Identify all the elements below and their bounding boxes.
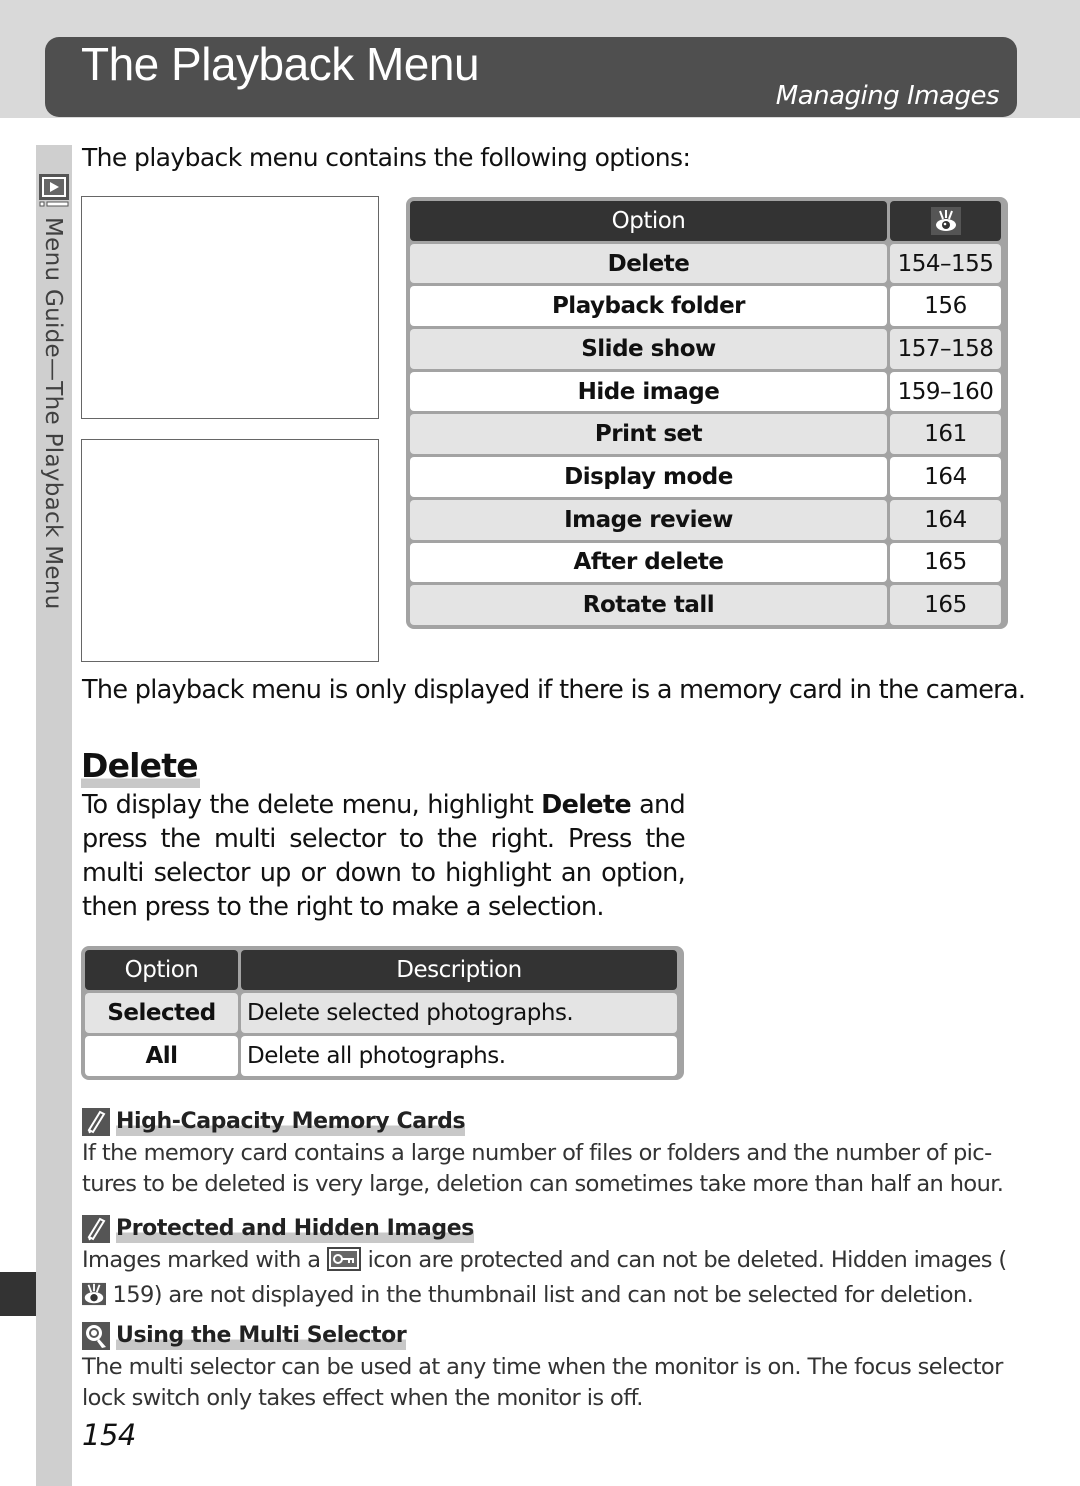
option-name: Slide show [410, 329, 887, 369]
option-name: Hide image [410, 371, 887, 412]
option-pages: 165 [890, 585, 1001, 625]
note-multi-selector: Using the Multi Selector The multi selec… [82, 1322, 1012, 1414]
screen-image-2 [81, 439, 379, 662]
pencil-icon [82, 1215, 110, 1243]
table-row: Image review 164 [410, 499, 1004, 540]
table-row: Display mode 164 [410, 457, 1004, 497]
note-text: The multi selector can be used at any ti… [82, 1354, 1003, 1411]
playback-options-table: Option Delete 154–155 Playback folder 15… [406, 197, 1008, 629]
page-number: 154 [82, 1418, 136, 1452]
option-pages: 164 [890, 457, 1001, 497]
option-pages: 165 [890, 542, 1001, 583]
note-text-part: Images marked with a [82, 1247, 328, 1273]
table-row: Print set 161 [410, 414, 1004, 455]
protect-key-icon [327, 1247, 362, 1280]
option-pages: 164 [890, 499, 1001, 540]
option-name: Image review [410, 499, 887, 540]
header-option: Option [85, 950, 238, 990]
table-row: Slide show 157–158 [410, 329, 1004, 369]
eye-icon [82, 1282, 106, 1315]
table-row: Playback folder 156 [410, 286, 1004, 327]
note-high-capacity: High-Capacity Memory Cards If the memory… [82, 1108, 1012, 1200]
table-row: Hide image 159–160 [410, 371, 1004, 412]
table-header-row: Option [410, 201, 1004, 241]
header-band-edge [1030, 36, 1080, 118]
note-text-part: 159) are not displayed in the thumbnail … [106, 1282, 974, 1308]
option-pages: 156 [890, 286, 1001, 327]
option-name: Delete [410, 243, 887, 284]
note-title: Protected and Hidden Images [116, 1215, 474, 1243]
tip-magnifier-icon [82, 1322, 110, 1350]
option-pages: 157–158 [890, 329, 1001, 369]
option-name: Selected [85, 993, 238, 1033]
intro-text: The playback menu contains the following… [82, 143, 691, 172]
header-option: Option [410, 201, 887, 241]
option-name: Playback folder [410, 286, 887, 327]
title-bar: The Playback Menu Managing Images [45, 37, 1017, 117]
delete-body-pre: To display the delete menu, highlight [82, 790, 542, 820]
table-row: After delete 165 [410, 542, 1004, 583]
table-row: Delete 154–155 [410, 243, 1004, 284]
option-pages: 161 [890, 414, 1001, 455]
section-subtitle: Managing Images [775, 81, 1000, 111]
option-name: All [85, 1036, 238, 1076]
option-description: Delete selected photographs. [241, 993, 677, 1033]
pencil-icon [82, 1108, 110, 1136]
side-tab-label: Menu Guide—The Playback Menu [40, 217, 66, 610]
option-name: Display mode [410, 457, 887, 497]
note-text-part: icon are protected and can not be delete… [361, 1247, 1008, 1273]
option-name: Rotate tall [410, 585, 887, 625]
note-title: High-Capacity Memory Cards [116, 1108, 466, 1136]
page-marker [0, 1272, 36, 1316]
delete-body-bold: Delete [541, 790, 631, 820]
table-row: Selected Delete selected photographs. [85, 993, 680, 1033]
note-protected-hidden: Protected and Hidden Images Images marke… [82, 1215, 1012, 1315]
page-title: The Playback Menu [81, 38, 480, 90]
option-pages: 154–155 [890, 243, 1001, 284]
header-page [890, 201, 1001, 241]
delete-body: To display the delete menu, highlight De… [82, 788, 686, 924]
side-tab: Menu Guide—The Playback Menu [36, 145, 72, 1486]
header-description: Description [241, 950, 677, 990]
memory-card-note: The playback menu is only displayed if t… [82, 675, 1026, 705]
delete-options-table: Option Description Selected Delete selec… [81, 946, 684, 1080]
option-pages: 159–160 [890, 371, 1001, 412]
option-name: Print set [410, 414, 887, 455]
option-description: Delete all photographs. [241, 1036, 677, 1076]
table-row: Rotate tall 165 [410, 585, 1004, 625]
table-row: All Delete all photographs. [85, 1036, 680, 1076]
playback-icon [38, 173, 70, 207]
note-text: Images marked with a icon are protected … [82, 1245, 1012, 1315]
option-name: After delete [410, 542, 887, 583]
table-header-row: Option Description [85, 950, 680, 990]
delete-heading: Delete [81, 744, 200, 788]
eye-icon [930, 206, 961, 235]
screen-image-1 [81, 196, 379, 419]
note-text: If the memory card contains a large numb… [82, 1140, 1004, 1197]
note-title: Using the Multi Selector [116, 1322, 407, 1350]
